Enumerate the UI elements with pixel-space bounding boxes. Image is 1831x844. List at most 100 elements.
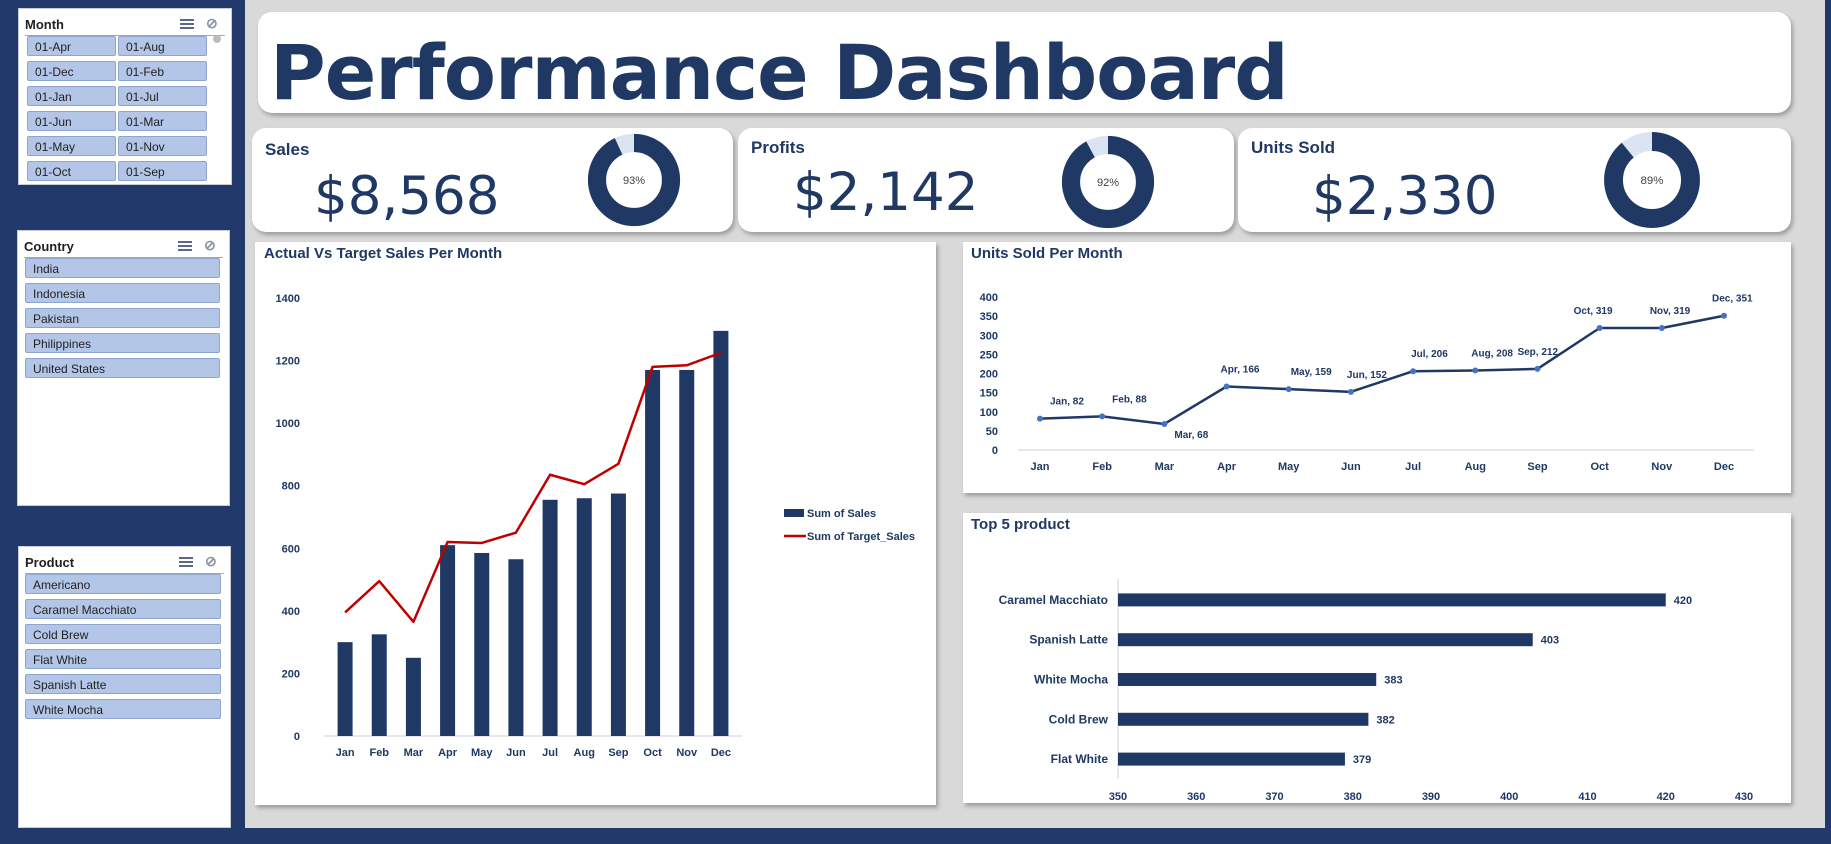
y-tick-label: 300 xyxy=(980,330,998,342)
y-category-label: Cold Brew xyxy=(1049,712,1109,726)
country-slicer: Country India Indonesia Pakistan Philippine… xyxy=(17,230,230,506)
slicer-item-product[interactable]: Spanish Latte xyxy=(25,674,221,694)
data-point-marker xyxy=(1596,324,1603,331)
y-category-label: White Mocha xyxy=(1034,673,1108,687)
clear-filter-icon[interactable] xyxy=(202,553,224,570)
y-category-label: Caramel Macchiato xyxy=(999,593,1108,607)
top-products-chart: 420 Caramel Macchiato 403 Spanish Latte 383 W… xyxy=(999,579,1753,803)
slicer-item-country[interactable]: Philippines xyxy=(25,333,220,353)
product-bar xyxy=(1118,593,1666,607)
data-point-marker xyxy=(1347,388,1354,395)
bar-value-label: 403 xyxy=(1541,635,1559,647)
bar-sum-of-sales xyxy=(576,498,592,736)
kpi-value: $2,142 xyxy=(793,162,979,223)
x-tick-label: Feb xyxy=(369,747,389,759)
x-tick-label: Mar xyxy=(1155,461,1175,473)
y-tick-label: 100 xyxy=(980,407,998,419)
x-tick-label: 370 xyxy=(1265,791,1283,803)
slicer-item-month[interactable]: 01-Sep xyxy=(118,161,207,181)
multi-select-icon[interactable] xyxy=(176,554,198,570)
y-category-label: Flat White xyxy=(1051,752,1109,766)
slicer-item-country[interactable]: Pakistan xyxy=(25,308,220,328)
product-slicer-header: Product xyxy=(25,551,224,574)
units-sold-panel: Units Sold Per Month 0 50 100 150 200 250 300 3… xyxy=(963,242,1791,493)
legend-label-target: Sum of Target_Sales xyxy=(807,531,915,543)
x-tick-label: Oct xyxy=(643,747,662,759)
bar-value-label: 420 xyxy=(1674,595,1692,607)
y-tick-label: 50 xyxy=(986,426,998,438)
x-tick-label: Jun xyxy=(506,747,526,759)
slicer-item-product[interactable]: Cold Brew xyxy=(25,624,221,644)
x-tick-label: Sep xyxy=(1527,461,1547,473)
kpi-label: Sales xyxy=(265,140,310,159)
slicer-item-product[interactable]: White Mocha xyxy=(25,699,221,719)
slicer-item-month[interactable]: 01-Apr xyxy=(27,36,116,56)
multi-select-icon[interactable] xyxy=(177,16,199,32)
x-tick-label: Jan xyxy=(1031,461,1050,473)
data-point-marker xyxy=(1721,312,1727,319)
y-tick-label: 800 xyxy=(282,481,300,493)
bar-sum-of-sales xyxy=(713,330,729,736)
slicer-item-product[interactable]: Caramel Macchiato xyxy=(25,599,221,619)
x-tick-label: Apr xyxy=(1217,461,1237,473)
line-sum-of-target-sales xyxy=(344,351,722,624)
slicer-item-country[interactable]: Indonesia xyxy=(25,283,220,303)
bar-sum-of-sales xyxy=(645,369,661,736)
slicer-item-country[interactable]: United States xyxy=(25,358,220,378)
data-label: Nov, 319 xyxy=(1650,306,1691,317)
x-tick-label: Dec xyxy=(711,747,731,759)
slicer-item-month[interactable]: 01-Aug xyxy=(118,36,207,56)
bar-sum-of-sales xyxy=(405,657,421,736)
x-tick-label: 410 xyxy=(1578,791,1596,803)
x-tick-label: 390 xyxy=(1422,791,1440,803)
kpi-card-profits: Profits $2,142 92% xyxy=(738,128,1234,232)
x-tick-label: 350 xyxy=(1109,791,1127,803)
y-tick-label: 0 xyxy=(992,445,998,457)
actual-vs-target-panel: Actual Vs Target Sales Per Month 0 200 400… xyxy=(255,242,936,805)
bar-sum-of-sales xyxy=(440,545,456,736)
slicer-item-month[interactable]: 01-Mar xyxy=(118,111,207,131)
slicer-item-product[interactable]: Flat White xyxy=(25,649,221,669)
data-label: Jan, 82 xyxy=(1050,397,1084,408)
donut-percent-label: 93% xyxy=(623,175,645,187)
data-point-marker xyxy=(1658,324,1665,331)
y-tick-label: 200 xyxy=(980,369,998,381)
product-bar xyxy=(1118,752,1345,766)
y-category-label: Spanish Latte xyxy=(1029,633,1108,647)
kpi-label: Units Sold xyxy=(1251,138,1336,157)
x-tick-label: Aug xyxy=(1465,461,1486,473)
x-tick-label: Aug xyxy=(574,747,595,759)
data-label: Aug, 208 xyxy=(1471,348,1513,359)
x-tick-label: Nov xyxy=(676,747,698,759)
data-point-marker xyxy=(1161,420,1168,427)
y-tick-label: 1400 xyxy=(276,293,300,305)
slicer-item-product[interactable]: Americano xyxy=(25,574,221,594)
slicer-item-month[interactable]: 01-May xyxy=(27,136,116,156)
data-label: Feb, 88 xyxy=(1112,394,1147,405)
multi-select-icon[interactable] xyxy=(175,238,197,254)
slicer-item-month[interactable]: 01-Jan xyxy=(27,86,116,106)
slicer-item-month[interactable]: 01-Dec xyxy=(27,61,116,81)
bar-sum-of-sales xyxy=(508,559,524,736)
legend-label-sales: Sum of Sales xyxy=(807,508,876,520)
data-label: May, 159 xyxy=(1291,367,1332,378)
slicer-item-country[interactable]: India xyxy=(25,258,220,278)
slicer-item-month[interactable]: 01-Nov xyxy=(118,136,207,156)
product-slicer-title: Product xyxy=(25,554,75,570)
slicer-item-month[interactable]: 01-Jun xyxy=(27,111,116,131)
x-tick-label: 400 xyxy=(1500,791,1518,803)
scrollbar-thumb[interactable] xyxy=(213,35,221,43)
kpi-donut: 89% xyxy=(1603,131,1701,229)
slicer-item-month[interactable]: 01-Jul xyxy=(118,86,207,106)
kpi-card-sales: Sales $8,568 93% xyxy=(252,128,733,232)
bar-value-label: 382 xyxy=(1376,714,1394,726)
country-slicer-header: Country xyxy=(24,235,223,258)
slicer-item-month[interactable]: 01-Feb xyxy=(118,61,207,81)
clear-filter-icon[interactable] xyxy=(201,237,223,254)
slicer-item-month[interactable]: 01-Oct xyxy=(27,161,116,181)
y-tick-label: 600 xyxy=(282,543,300,555)
x-tick-label: Jul xyxy=(1405,461,1421,473)
x-tick-label: Jan xyxy=(336,747,355,759)
x-tick-label: Sep xyxy=(608,747,628,759)
clear-filter-icon[interactable] xyxy=(203,15,225,32)
